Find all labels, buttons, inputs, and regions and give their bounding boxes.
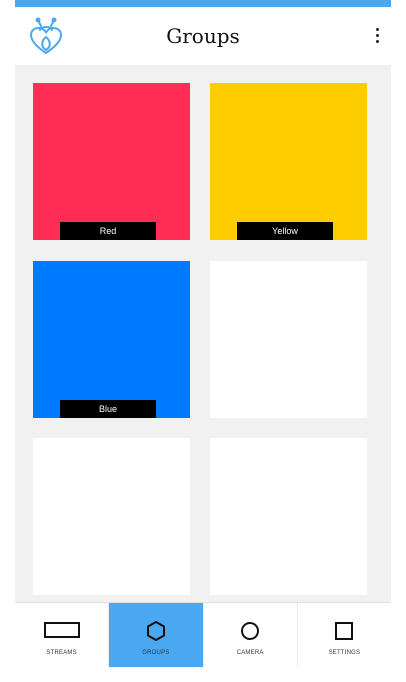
- tab-streams[interactable]: STREAMS: [15, 603, 110, 667]
- top-accent-bar: [15, 0, 391, 7]
- tab-groups[interactable]: GROUPS: [109, 603, 204, 667]
- bottom-tab-bar: STREAMS GROUPS CAMERA SETTINGS: [15, 602, 391, 667]
- group-tile-empty[interactable]: [210, 438, 367, 595]
- group-tile-empty[interactable]: [210, 261, 367, 418]
- app-screen: Groups Red Yellow Blue STREAMS GROUPS CA…: [15, 0, 391, 667]
- group-label: Red: [60, 222, 156, 240]
- group-label: Blue: [60, 400, 156, 418]
- group-tile-red[interactable]: Red: [33, 83, 190, 240]
- square-icon: [335, 622, 354, 640]
- more-vertical-icon[interactable]: [371, 23, 383, 47]
- page-title: Groups: [166, 24, 240, 48]
- tab-label: STREAMS: [46, 650, 77, 656]
- group-tile-blue[interactable]: Blue: [33, 261, 190, 418]
- group-label: Yellow: [237, 222, 333, 240]
- tab-label: SETTINGS: [328, 650, 361, 656]
- groups-grid-container: Red Yellow Blue: [15, 65, 391, 602]
- group-tile-yellow[interactable]: Yellow: [210, 83, 367, 240]
- circle-icon: [241, 622, 260, 640]
- group-tile-empty[interactable]: [33, 438, 190, 595]
- tab-label: CAMERA: [236, 650, 264, 656]
- tab-label: GROUPS: [142, 650, 170, 656]
- header: Groups: [15, 7, 391, 65]
- tab-settings[interactable]: SETTINGS: [298, 603, 391, 667]
- tab-camera[interactable]: CAMERA: [204, 603, 298, 667]
- hexagon-icon: [146, 621, 165, 641]
- rectangle-icon: [43, 622, 80, 638]
